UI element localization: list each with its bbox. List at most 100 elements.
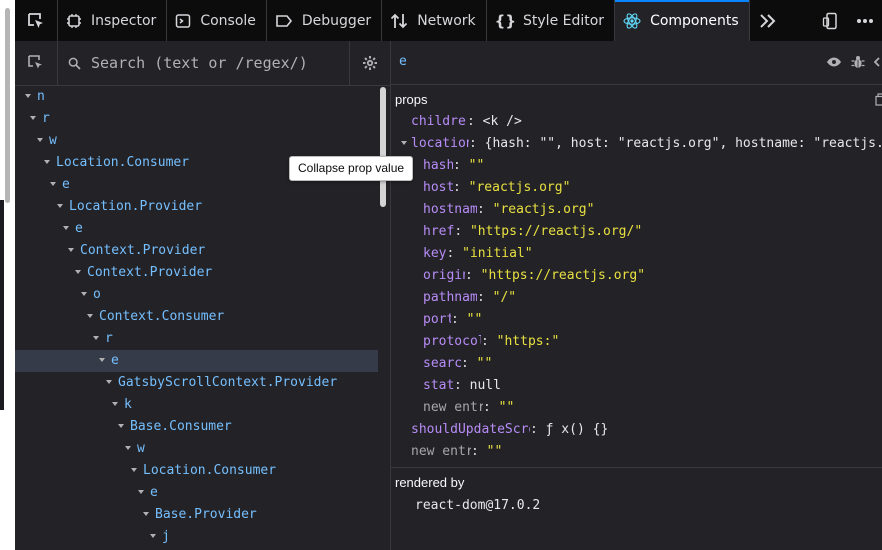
tree-node[interactable]: Location.Provider [15,196,378,218]
expand-toggle-icon[interactable] [93,335,99,340]
expand-toggle-icon[interactable] [118,423,124,428]
prop-row[interactable]: new entry: "" [411,441,502,463]
prop-key: port [423,312,451,327]
tree-node[interactable]: j [15,526,378,548]
select-component-button[interactable] [15,41,58,85]
prop-row[interactable]: pathname: "/" [423,287,516,309]
tab-inspector[interactable]: Inspector [58,0,168,41]
expand-toggle-icon[interactable] [112,401,118,406]
prop-row[interactable]: protocol: "https:" [423,331,559,353]
prop-colon: : [454,378,470,393]
tree-node[interactable]: Base.Provider [15,504,378,526]
meatball-menu-button[interactable] [848,0,882,41]
expand-toggle-icon[interactable] [138,489,144,494]
tree-node[interactable]: Context.Provider [15,262,378,284]
tree-node-label: GatsbyScrollContext.Provider [118,375,338,390]
tree-scrollbar[interactable] [380,87,386,207]
responsive-design-button[interactable] [814,0,848,41]
settings-button[interactable] [349,41,390,85]
component-tree-panel: nrwLocation.ConsumereLocation.ProvidereC… [15,41,391,550]
tree-node[interactable]: r [15,108,378,130]
prop-row[interactable]: location: {hash: "", host: "reactjs.org"… [401,133,882,155]
eye-icon[interactable] [826,54,842,70]
prop-value[interactable]: "reactjs.org" [469,180,571,195]
prop-value[interactable]: "reactjs.org" [493,202,595,217]
prop-value[interactable]: <k /> [483,114,522,129]
tree-node[interactable]: w [15,438,378,460]
tree-node[interactable]: GatsbyScrollContext.Provider [15,372,378,394]
prop-value[interactable]: "" [477,356,493,371]
prop-value[interactable]: "" [487,444,503,459]
expand-toggle-icon[interactable] [131,467,137,472]
collapse-toggle-icon[interactable] [401,141,407,145]
tree-node[interactable]: r [15,328,378,350]
prop-value[interactable]: "https://reactjs.org/" [470,224,642,239]
tree-node[interactable]: e [15,218,378,240]
code-icon[interactable] [874,54,882,70]
tree-node[interactable]: Base.Consumer [15,416,378,438]
expand-toggle-icon[interactable] [75,269,81,274]
expand-toggle-icon[interactable] [99,357,105,362]
more-tabs-button[interactable] [750,0,786,41]
tab-debugger[interactable]: Debugger [267,0,383,41]
page-scrollbar[interactable] [5,8,10,203]
expand-toggle-icon[interactable] [57,203,63,208]
prop-row[interactable]: hostname: "reactjs.org" [423,199,594,221]
tree-node[interactable]: e [15,482,378,504]
tab-style-editor[interactable]: {} Style Editor [487,0,616,41]
prop-row[interactable]: children: <k /> [411,111,522,133]
tree-node[interactable]: e [15,350,378,372]
expand-toggle-icon[interactable] [87,313,93,318]
prop-row[interactable]: origin: "https://reactjs.org" [423,265,645,287]
expand-toggle-icon[interactable] [81,291,87,296]
prop-colon: : [477,202,493,217]
tree-node[interactable]: n [15,86,378,108]
prop-row[interactable]: new entry: "" [423,397,514,419]
tree-node[interactable]: Context.Consumer [15,306,378,328]
prop-row[interactable]: hash: "" [423,155,484,177]
prop-row[interactable]: search: "" [423,353,492,375]
prop-row[interactable]: host: "reactjs.org" [423,177,570,199]
expand-toggle-icon[interactable] [37,137,43,142]
prop-value[interactable]: "https://reactjs.org" [481,268,645,283]
expand-toggle-icon[interactable] [25,93,31,98]
style-editor-icon: {} [494,11,517,30]
prop-key: host [423,180,453,195]
expand-toggle-icon[interactable] [63,225,69,230]
expand-toggle-icon[interactable] [68,247,74,252]
expand-toggle-icon[interactable] [50,181,56,186]
rendered-by-value[interactable]: react-dom@17.0.2 [415,498,540,513]
expand-toggle-icon[interactable] [106,379,112,384]
expand-toggle-icon[interactable] [125,445,131,450]
prop-value[interactable]: "" [469,158,485,173]
tab-network[interactable]: Network [382,0,487,41]
prop-row[interactable]: state: null [423,375,501,397]
prop-row[interactable]: key: "initial" [423,243,533,265]
tree-node[interactable]: o [15,284,378,306]
prop-value[interactable]: {hash: "", host: "reactjs.org", hostname… [485,136,882,151]
copy-props-icon[interactable] [875,93,882,106]
prop-value[interactable]: ƒ x() {} [546,422,609,437]
prop-value[interactable]: "/" [493,290,516,305]
tree-node[interactable]: k [15,394,378,416]
search-input[interactable] [89,53,351,73]
prop-value[interactable]: "https:" [497,334,560,349]
bug-icon[interactable] [850,54,866,70]
tree-node[interactable]: w [15,130,378,152]
expand-toggle-icon[interactable] [150,533,156,538]
prop-row[interactable]: shouldUpdateScroll: ƒ x() {} [411,419,608,441]
tree-node[interactable]: Location.Consumer [15,460,378,482]
tab-components[interactable]: Components [615,0,750,41]
prop-value[interactable]: "" [467,312,483,327]
tab-console[interactable]: Console [167,0,267,41]
expand-toggle-icon[interactable] [44,159,50,164]
prop-value[interactable]: "initial" [462,246,532,261]
pick-element-button[interactable] [15,0,58,41]
expand-toggle-icon[interactable] [143,511,149,516]
tree-node[interactable]: Context.Provider [15,240,378,262]
prop-value[interactable]: "" [499,400,515,415]
prop-row[interactable]: port: "" [423,309,482,331]
prop-row[interactable]: href: "https://reactjs.org/" [423,221,642,243]
expand-toggle-icon[interactable] [30,115,36,120]
prop-value[interactable]: null [470,378,501,393]
